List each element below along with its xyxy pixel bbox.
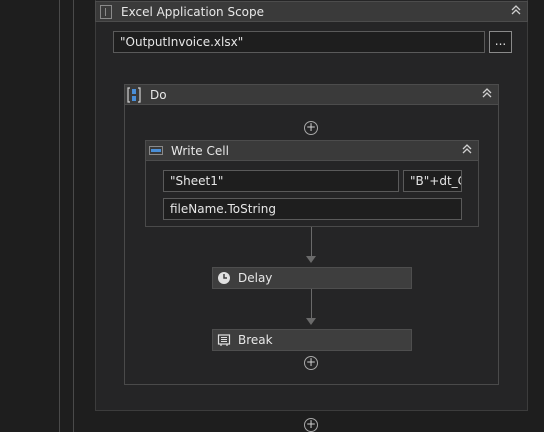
excel-scope-header[interactable]: Excel Application Scope [95, 1, 528, 22]
double-chevron-up-icon[interactable] [509, 4, 523, 18]
write-cell-icon [149, 146, 163, 155]
do-sequence-header[interactable]: Do [124, 84, 499, 105]
designer-guide-line [59, 0, 60, 432]
write-cell-header[interactable]: Write Cell [145, 140, 479, 161]
add-activity-plus-icon[interactable]: + [304, 121, 318, 135]
break-icon [217, 333, 231, 347]
designer-guide-line [73, 0, 74, 432]
excel-scope-title: Excel Application Scope [121, 5, 265, 19]
connector-arrow [306, 318, 316, 325]
range-field[interactable]: "B"+dt_C [403, 170, 462, 192]
break-activity[interactable]: Break [212, 329, 412, 351]
workbook-path-field[interactable]: "OutputInvoice.xlsx" [113, 31, 485, 53]
double-chevron-up-icon[interactable] [480, 87, 494, 101]
delay-title: Delay [238, 271, 273, 285]
do-sequence-title: Do [150, 88, 167, 102]
excel-icon [100, 5, 112, 19]
sheet-name-field[interactable]: "Sheet1" [163, 170, 399, 192]
clock-icon [217, 271, 231, 285]
connector-line [311, 227, 312, 257]
delay-activity[interactable]: Delay [212, 267, 412, 289]
add-activity-plus-icon[interactable]: + [304, 356, 318, 370]
break-title: Break [238, 333, 273, 347]
double-chevron-up-icon[interactable] [460, 143, 474, 157]
add-activity-plus-icon[interactable]: + [304, 418, 318, 432]
value-field[interactable]: fileName.ToString [163, 198, 462, 220]
connector-line [311, 289, 312, 319]
sequence-icon [127, 87, 141, 103]
write-cell-title: Write Cell [171, 144, 229, 158]
connector-arrow [306, 256, 316, 263]
browse-button[interactable]: ... [489, 31, 512, 53]
